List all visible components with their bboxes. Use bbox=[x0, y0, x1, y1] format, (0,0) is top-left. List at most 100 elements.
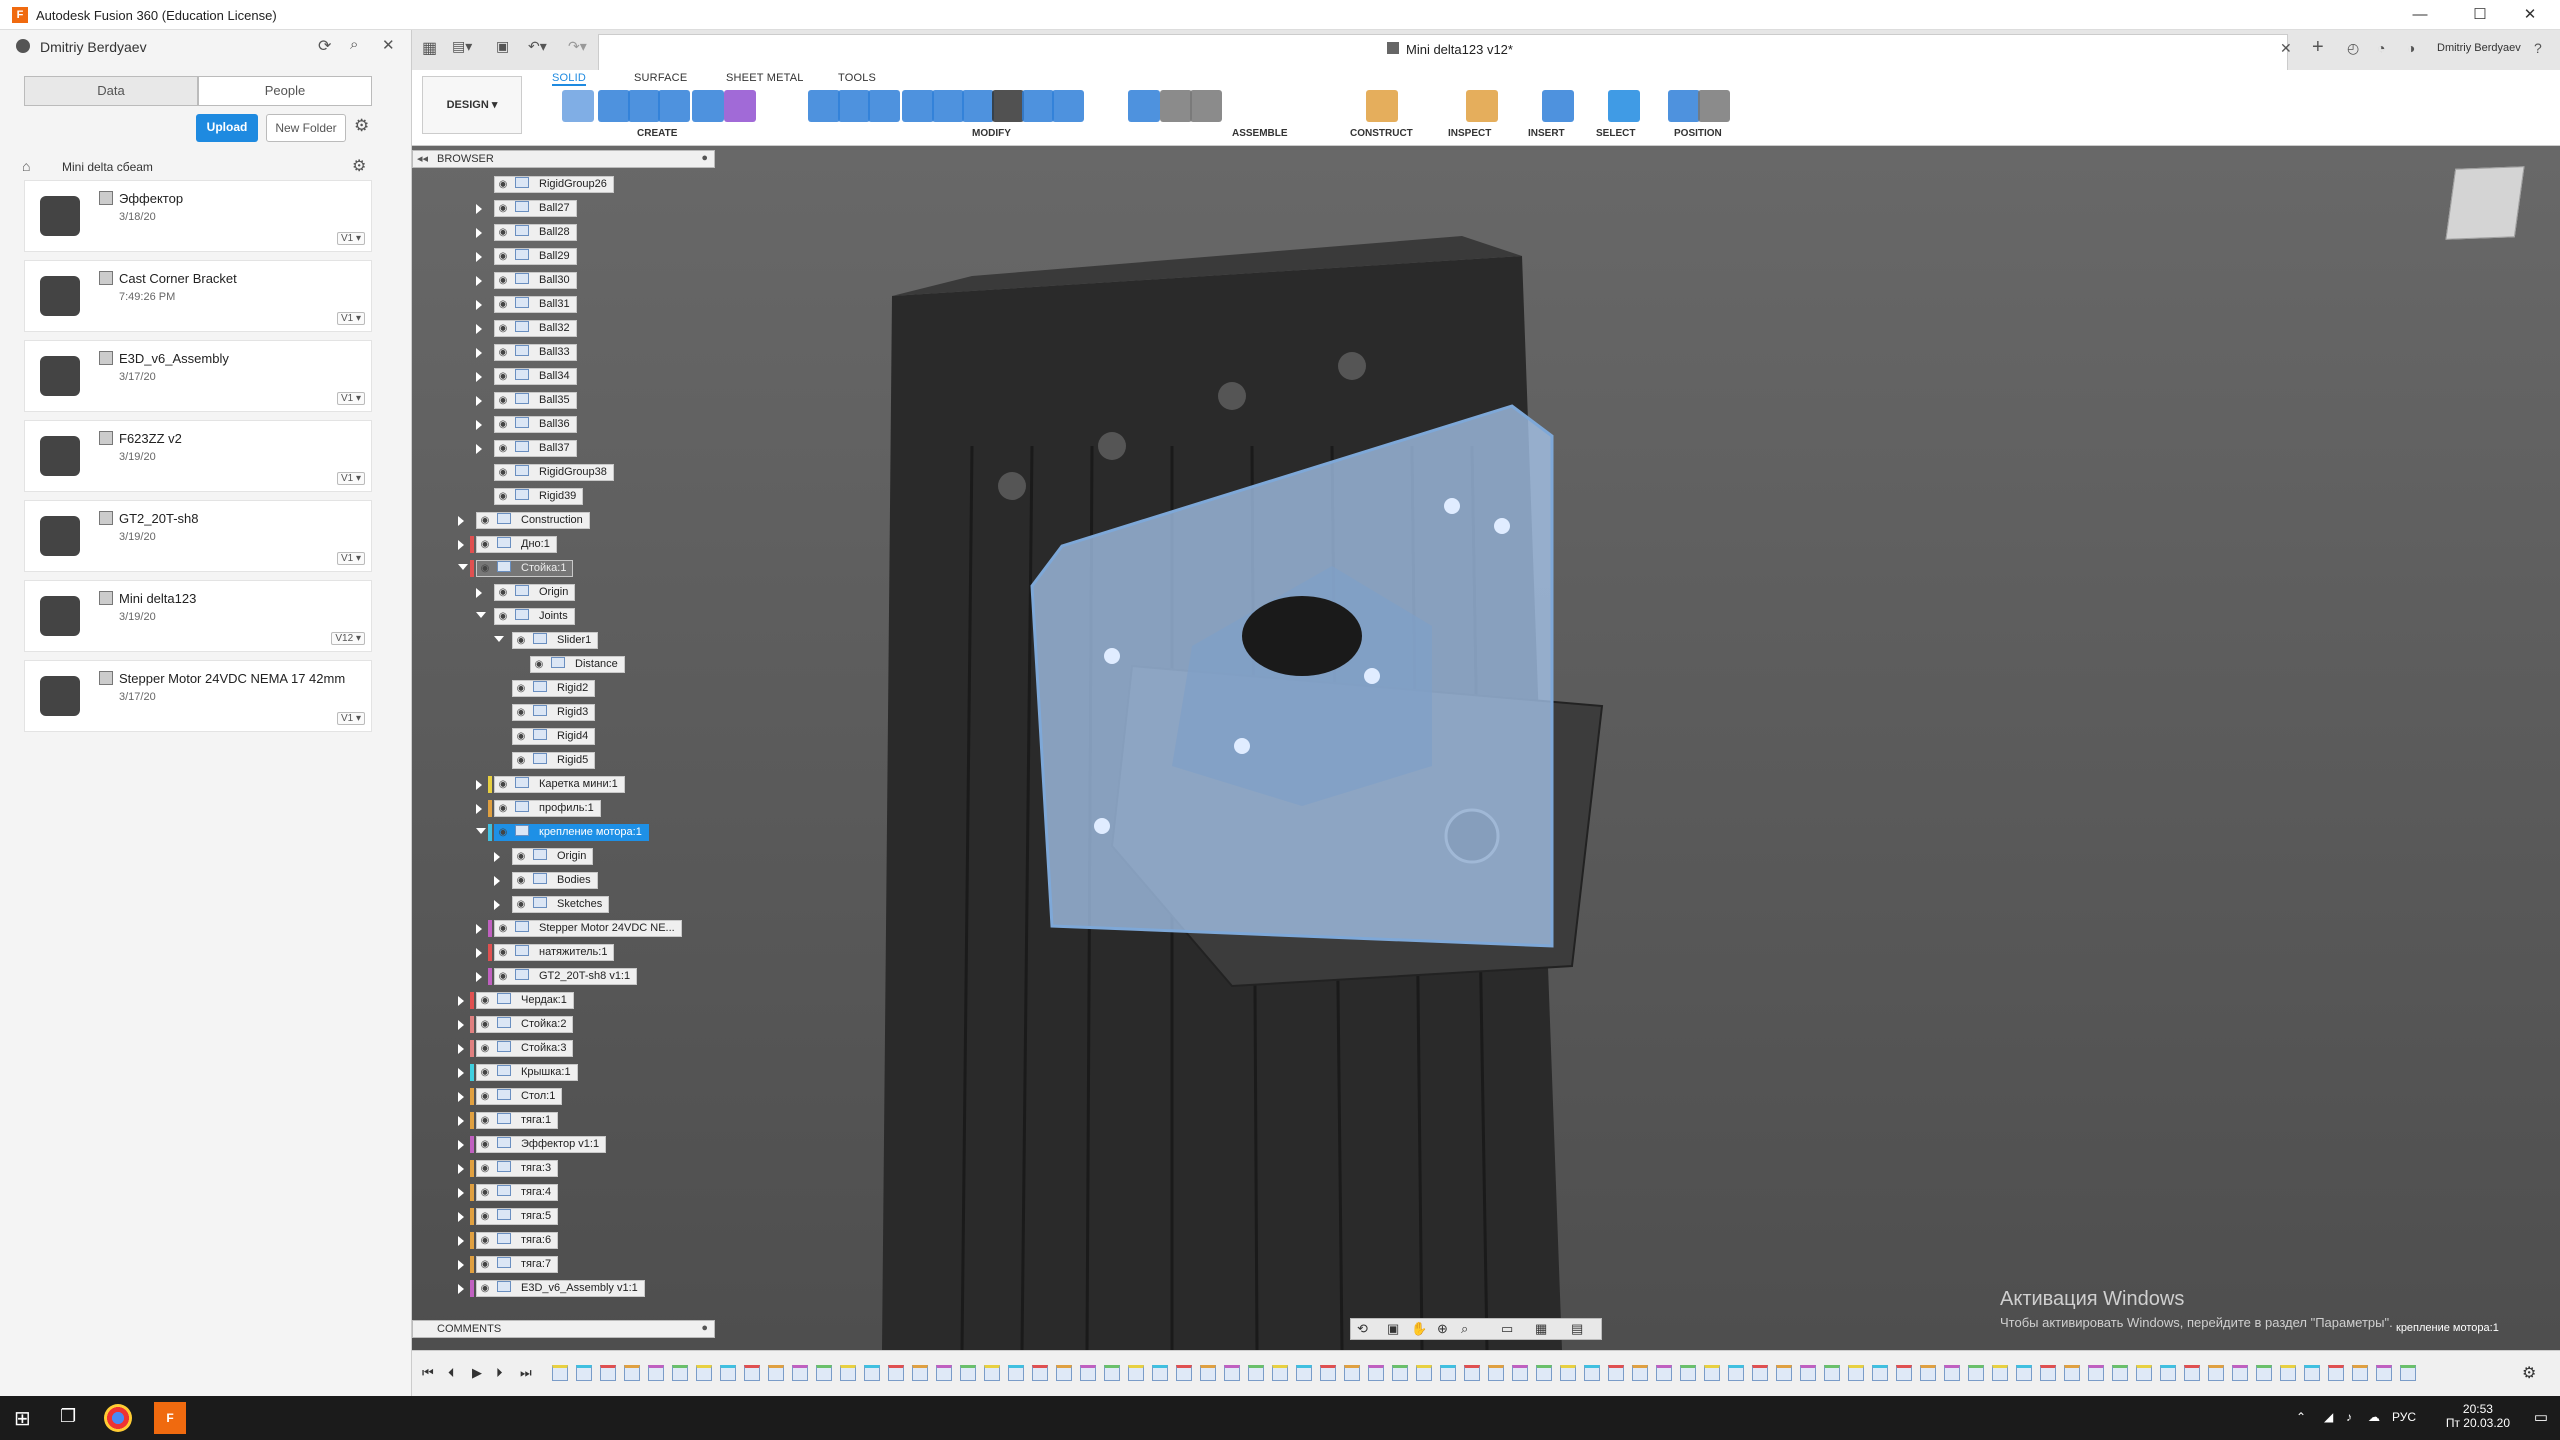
data-panel-item[interactable]: Mini delta123 3/19/20 V12 ▾ bbox=[24, 580, 372, 652]
group-create-label[interactable]: CREATE bbox=[637, 128, 677, 139]
timeline-feature[interactable] bbox=[1056, 1365, 1072, 1381]
timeline-feature[interactable] bbox=[1008, 1365, 1024, 1381]
browser-node[interactable]: ◉ Чердак:1 bbox=[476, 992, 574, 1009]
visibility-eye-icon[interactable]: ◉ bbox=[495, 441, 511, 456]
data-panel-item[interactable]: E3D_v6_Assembly 3/17/20 V1 ▾ bbox=[24, 340, 372, 412]
timeline-feature[interactable] bbox=[2040, 1365, 2056, 1381]
chrome-icon[interactable] bbox=[104, 1404, 132, 1432]
create-sketch-icon[interactable] bbox=[562, 90, 594, 122]
timeline-feature[interactable] bbox=[2280, 1365, 2296, 1381]
timeline-feature[interactable] bbox=[1032, 1365, 1048, 1381]
timeline-feature[interactable] bbox=[1104, 1365, 1120, 1381]
expand-arrow-icon[interactable] bbox=[476, 324, 482, 334]
timeline-feature[interactable] bbox=[1128, 1365, 1144, 1381]
visibility-eye-icon[interactable]: ◉ bbox=[477, 513, 493, 528]
collapse-arrow-icon[interactable] bbox=[476, 612, 486, 618]
form-icon[interactable] bbox=[724, 90, 756, 122]
expand-arrow-icon[interactable] bbox=[458, 1116, 464, 1126]
tray-chevron-icon[interactable]: ⌃ bbox=[2296, 1410, 2306, 1424]
task-view-icon[interactable]: ❐ bbox=[60, 1406, 76, 1427]
timeline-feature[interactable] bbox=[1320, 1365, 1336, 1381]
browser-node[interactable]: ◉ Ball31 bbox=[494, 296, 577, 313]
visibility-eye-icon[interactable]: ◉ bbox=[495, 801, 511, 816]
timeline-feature[interactable] bbox=[1464, 1365, 1480, 1381]
joint-icon[interactable] bbox=[1160, 90, 1192, 122]
expand-arrow-icon[interactable] bbox=[458, 1020, 464, 1030]
timeline-feature[interactable] bbox=[1224, 1365, 1240, 1381]
timeline-feature[interactable] bbox=[600, 1365, 616, 1381]
browser-node[interactable]: ◉ Slider1 bbox=[512, 632, 599, 649]
expand-arrow-icon[interactable] bbox=[476, 396, 482, 406]
expand-arrow-icon[interactable] bbox=[476, 444, 482, 454]
visibility-eye-icon[interactable]: ◉ bbox=[477, 1137, 493, 1152]
timeline-feature[interactable] bbox=[816, 1365, 832, 1381]
visibility-eye-icon[interactable]: ◉ bbox=[495, 369, 511, 384]
timeline-feature[interactable] bbox=[2088, 1365, 2104, 1381]
browser-node[interactable]: ◉ крепление мотора:1 bbox=[494, 824, 649, 841]
close-button[interactable]: ✕ bbox=[2510, 4, 2550, 26]
version-badge[interactable]: V1 ▾ bbox=[336, 472, 365, 485]
pan-icon[interactable]: ✋ bbox=[1411, 1321, 1427, 1337]
timeline-feature[interactable] bbox=[864, 1365, 880, 1381]
expand-arrow-icon[interactable] bbox=[476, 372, 482, 382]
timeline-feature[interactable] bbox=[2400, 1365, 2416, 1381]
home-icon[interactable]: ⌂ bbox=[22, 158, 30, 174]
visibility-eye-icon[interactable]: ◉ bbox=[495, 777, 511, 792]
minimize-button[interactable]: — bbox=[2400, 4, 2440, 26]
visibility-eye-icon[interactable]: ◉ bbox=[477, 1113, 493, 1128]
expand-arrow-icon[interactable] bbox=[458, 1140, 464, 1150]
tab-solid[interactable]: SOLID bbox=[552, 72, 587, 86]
expand-arrow-icon[interactable] bbox=[458, 540, 464, 550]
browser-node[interactable]: ◉ Origin bbox=[512, 848, 594, 865]
visibility-eye-icon[interactable]: ◉ bbox=[477, 1065, 493, 1080]
group-inspect-label[interactable]: INSPECT bbox=[1448, 128, 1491, 139]
visibility-eye-icon[interactable]: ◉ bbox=[513, 873, 529, 888]
expand-arrow-icon[interactable] bbox=[476, 348, 482, 358]
visibility-eye-icon[interactable]: ◉ bbox=[477, 1209, 493, 1224]
create-box-icon[interactable] bbox=[598, 90, 630, 122]
expand-arrow-icon[interactable] bbox=[476, 204, 482, 214]
timeline-feature[interactable] bbox=[936, 1365, 952, 1381]
expand-arrow-icon[interactable] bbox=[458, 1236, 464, 1246]
visibility-eye-icon[interactable]: ◉ bbox=[495, 969, 511, 984]
browser-node[interactable]: ◉ тяга:3 bbox=[476, 1160, 559, 1177]
browser-node[interactable]: ◉ Distance bbox=[530, 656, 625, 673]
expand-arrow-icon[interactable] bbox=[476, 300, 482, 310]
timeline-feature[interactable] bbox=[1392, 1365, 1408, 1381]
new-component-icon[interactable] bbox=[1128, 90, 1160, 122]
version-badge[interactable]: V1 ▾ bbox=[336, 392, 365, 405]
visibility-eye-icon[interactable]: ◉ bbox=[495, 417, 511, 432]
timeline-feature[interactable] bbox=[2112, 1365, 2128, 1381]
data-panel-item[interactable]: Stepper Motor 24VDC NEMA 17 42mm 3/17/20 V… bbox=[24, 660, 372, 732]
collapse-arrow-icon[interactable] bbox=[494, 636, 504, 642]
visibility-eye-icon[interactable]: ◉ bbox=[495, 945, 511, 960]
expand-arrow-icon[interactable] bbox=[458, 996, 464, 1006]
tab-surface[interactable]: SURFACE bbox=[634, 72, 687, 84]
timeline-feature[interactable] bbox=[2304, 1365, 2320, 1381]
action-center-icon[interactable]: ▭ bbox=[2534, 1408, 2548, 1426]
breadcrumb[interactable]: Mini delta cбeam bbox=[62, 160, 153, 174]
capture-position-icon[interactable] bbox=[1668, 90, 1700, 122]
expand-arrow-icon[interactable] bbox=[476, 972, 482, 982]
fit-icon[interactable]: ⌕ bbox=[1461, 1321, 1468, 1337]
timeline-feature[interactable] bbox=[1536, 1365, 1552, 1381]
visibility-eye-icon[interactable]: ◉ bbox=[495, 249, 511, 264]
browser-node[interactable]: ◉ Stepper Motor 24VDC NE... bbox=[494, 920, 682, 937]
start-icon[interactable]: ⊞ bbox=[14, 1406, 31, 1431]
browser-node[interactable]: ◉ GT2_20T-sh8 v1:1 bbox=[494, 968, 638, 985]
volume-icon[interactable]: ♪ bbox=[2346, 1410, 2352, 1424]
version-badge[interactable]: V1 ▾ bbox=[336, 312, 365, 325]
timeline-feature[interactable] bbox=[1584, 1365, 1600, 1381]
timeline-feature[interactable] bbox=[696, 1365, 712, 1381]
insert-image-icon[interactable] bbox=[1542, 90, 1574, 122]
visibility-eye-icon[interactable]: ◉ bbox=[477, 1257, 493, 1272]
visibility-eye-icon[interactable]: ◉ bbox=[495, 201, 511, 216]
timeline-feature[interactable] bbox=[1992, 1365, 2008, 1381]
data-panel-item[interactable]: GT2_20T-sh8 3/19/20 V1 ▾ bbox=[24, 500, 372, 572]
visibility-eye-icon[interactable]: ◉ bbox=[495, 297, 511, 312]
account-name[interactable]: Dmitriy Berdyaev bbox=[2437, 42, 2521, 54]
data-panel-item[interactable]: F623ZZ v2 3/19/20 V1 ▾ bbox=[24, 420, 372, 492]
timeline-feature[interactable] bbox=[960, 1365, 976, 1381]
browser-node[interactable]: ◉ Sketches bbox=[512, 896, 610, 913]
timeline-feature[interactable] bbox=[744, 1365, 760, 1381]
